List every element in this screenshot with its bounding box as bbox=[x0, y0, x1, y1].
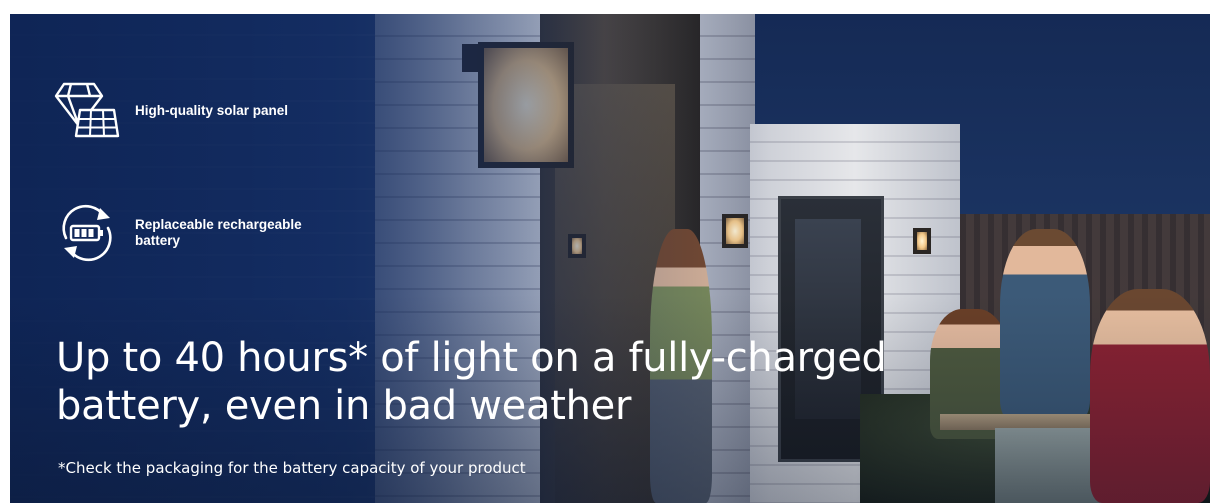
solar-panel-diamond-icon bbox=[54, 82, 120, 138]
banner-headline: Up to 40 hours* of light on a fully-char… bbox=[56, 335, 887, 429]
banner-footnote: *Check the packaging for the battery cap… bbox=[58, 459, 526, 477]
wall-lantern-small-right bbox=[913, 228, 931, 254]
rechargeable-battery-icon bbox=[62, 204, 112, 262]
hero-banner: High-quality solar panel Replaceable rec… bbox=[10, 14, 1210, 503]
feature-solar-panel-label: High-quality solar panel bbox=[135, 103, 289, 118]
feature-solar-panel: High-quality solar panel bbox=[54, 80, 325, 142]
feature-battery-label: Replaceable rechargeable battery bbox=[135, 217, 302, 248]
feature-battery: Replaceable rechargeable battery bbox=[54, 202, 325, 264]
